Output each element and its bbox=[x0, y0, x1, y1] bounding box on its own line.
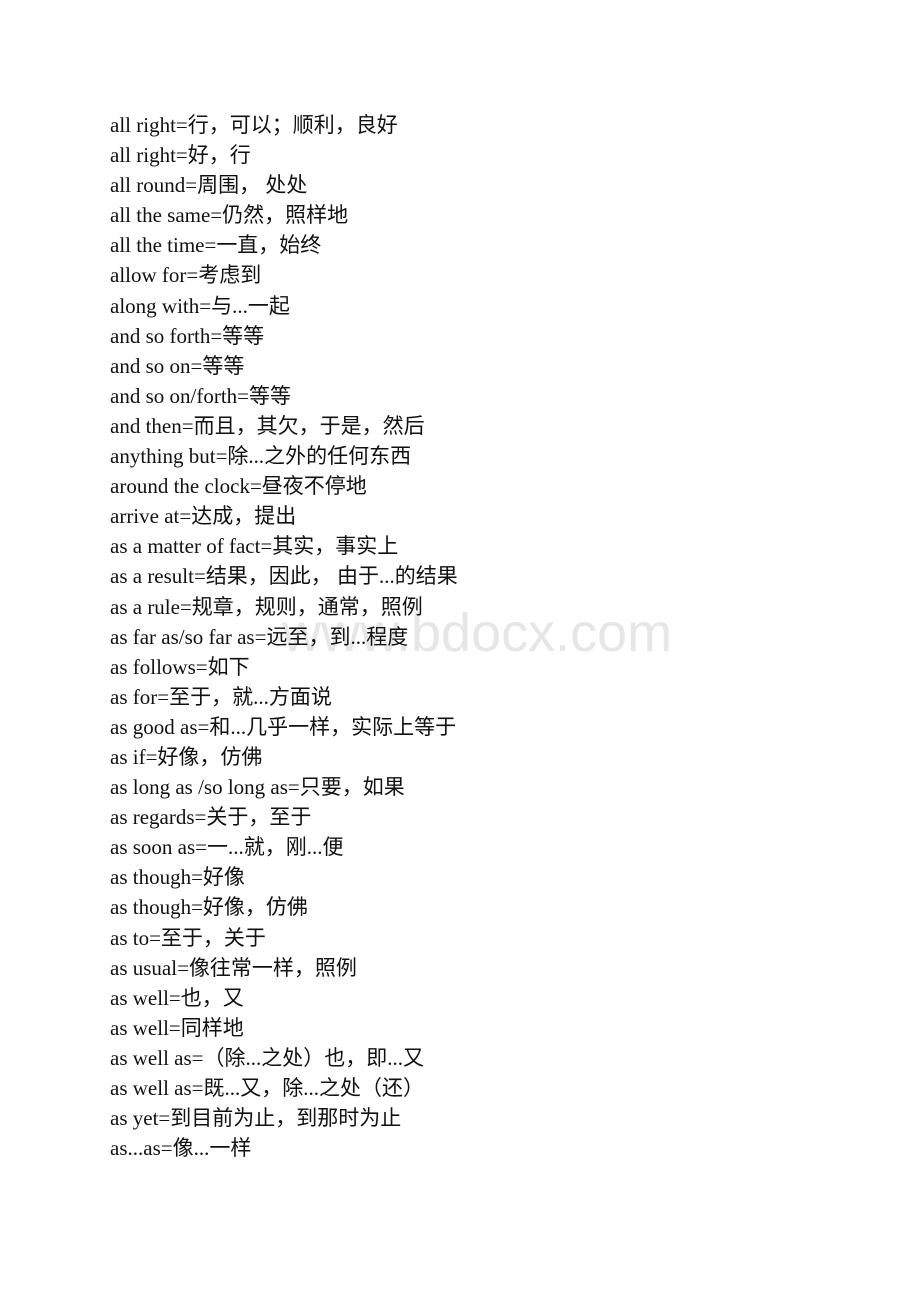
phrase-entry: all right=行，可以；顺利，良好 bbox=[110, 113, 398, 137]
phrase-entry: as good as=和...几乎一样，实际上等于 bbox=[110, 714, 457, 739]
phrase-entry: all right=好，行 bbox=[110, 143, 251, 168]
phrase-entry: as though=好像 bbox=[110, 865, 245, 890]
phrase-entry: allow for=考虑到 bbox=[110, 263, 262, 288]
phrase-entry: as a matter of fact=其实，事实上 bbox=[110, 534, 399, 559]
phrase-entry: along with=与...一起 bbox=[110, 293, 290, 318]
phrase-entry: as...as=像...一样 bbox=[110, 1136, 252, 1161]
phrase-entry: as though=好像，仿佛 bbox=[110, 895, 308, 920]
phrase-entry: as far as/so far as=远至，到...程度 bbox=[110, 624, 409, 649]
phrase-entry: as well as=既...又，除...之处（还） bbox=[110, 1076, 424, 1100]
phrase-entry: as usual=像往常一样，照例 bbox=[110, 955, 357, 980]
phrase-entry: arrive at=达成，提出 bbox=[110, 504, 297, 529]
phrase-entry: as a result=结果，因此， 由于...的结果 bbox=[110, 564, 458, 589]
phrase-entry: and so on/forth=等等 bbox=[110, 383, 291, 408]
phrase-entry: as a rule=规章，规则，通常，照例 bbox=[110, 594, 423, 619]
phrase-entry: and then=而且，其欠，于是，然后 bbox=[110, 413, 425, 438]
phrase-entry: around the clock=昼夜不停地 bbox=[110, 474, 367, 499]
phrase-entry: as regards=关于，至于 bbox=[110, 805, 312, 830]
phrase-entry: as long as /so long as=只要，如果 bbox=[110, 775, 405, 800]
phrase-entry: as for=至于，就...方面说 bbox=[110, 684, 332, 709]
phrase-entry: and so forth=等等 bbox=[110, 323, 265, 348]
phrase-entry: as if=好像，仿佛 bbox=[110, 744, 263, 769]
phrase-entry: as well=也，又 bbox=[110, 985, 244, 1010]
phrase-entry: anything but=除...之外的任何东西 bbox=[110, 444, 412, 469]
phrase-entry: all the time=一直，始终 bbox=[110, 233, 322, 258]
phrase-entry: and so on=等等 bbox=[110, 353, 245, 378]
phrase-entry: as to=至于，关于 bbox=[110, 925, 266, 950]
phrase-entry: all the same=仍然，照样地 bbox=[110, 203, 349, 228]
phrase-list: all right=行，可以；顺利，良好 all right=好，行 all rou… bbox=[110, 110, 458, 1163]
phrase-entry: as follows=如下 bbox=[110, 654, 250, 679]
phrase-entry: as soon as=一...就，刚...便 bbox=[110, 835, 344, 860]
document-page: www.bdocx.com all right=行，可以；顺利，良好 all ri… bbox=[0, 0, 920, 1302]
phrase-entry: as well=同样地 bbox=[110, 1015, 244, 1040]
phrase-entry: as well as=（除...之处）也，即...又 bbox=[110, 1045, 424, 1070]
phrase-entry: all round=周围， 处处 bbox=[110, 173, 308, 198]
phrase-entry: as yet=到目前为止，到那时为止 bbox=[110, 1106, 402, 1131]
